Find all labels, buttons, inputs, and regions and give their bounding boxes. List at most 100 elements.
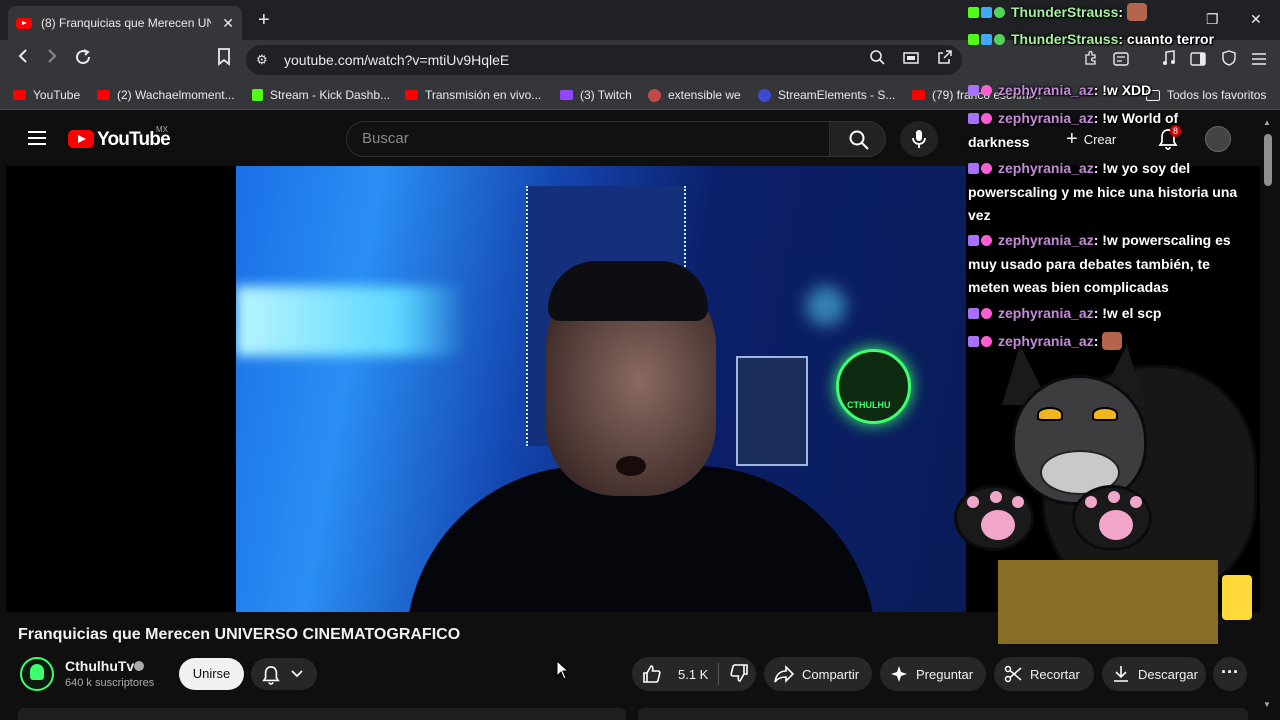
chat-message: zephyrania_az: !w World of darkness (968, 108, 1179, 150)
cat-right-eye (1092, 407, 1118, 421)
media-control-icon[interactable] (1158, 50, 1180, 71)
site-settings-icon[interactable]: ⚙ (256, 52, 268, 68)
search-input[interactable] (346, 121, 830, 157)
youtube-icon (912, 90, 925, 100)
region-code: MX (156, 125, 168, 134)
more-actions-button[interactable]: ··· (1213, 657, 1247, 691)
video-title: Franquicias que Merecen UNIVERSO CINEMAT… (18, 626, 461, 643)
bookmark-icon[interactable] (213, 48, 235, 71)
bookmark-twitch[interactable]: (3) Twitch (560, 88, 632, 102)
game-scene-overlay (998, 560, 1218, 644)
bookmark-streamelements[interactable]: StreamElements - S... (758, 88, 895, 102)
lamp-glow (806, 286, 846, 326)
like-dislike-group: 5.1 K (632, 657, 756, 691)
sparkle-icon (891, 666, 907, 682)
bookmark-wachael[interactable]: (2) Wachaelmoment... (97, 88, 235, 102)
streamer-mouth (616, 456, 646, 476)
chat-message: zephyrania_az: !w el scp (968, 302, 1240, 326)
voice-search-button[interactable] (900, 121, 938, 157)
chat-badges (968, 2, 1007, 25)
youtube-icon (97, 90, 110, 100)
mouse-cursor-icon (556, 659, 570, 685)
join-button[interactable]: Unirse (179, 658, 244, 690)
youtube-favicon-icon (16, 17, 32, 29)
twitch-icon (560, 90, 573, 100)
bookmark-transmision[interactable]: Transmisión en vivo... (405, 88, 541, 102)
dislike-button[interactable] (729, 663, 749, 686)
url-text[interactable]: youtube.com/watch?v=mtiUv9HqleE (284, 52, 509, 68)
chat-message: zephyrania_az: !w powerscaling es muy us… (968, 230, 1231, 295)
download-icon (1114, 666, 1128, 682)
scroll-down-icon[interactable]: ▼ (1263, 700, 1271, 709)
search-placeholder: Buscar (362, 130, 409, 147)
streamer-hair (548, 261, 708, 321)
chat-message: zephyrania_az: !w XDD (968, 79, 1240, 103)
neon-sign: CTHULHU (836, 349, 911, 424)
back-icon[interactable] (12, 48, 34, 69)
scroll-up-icon[interactable]: ▲ (1263, 118, 1271, 127)
youtube-logo-icon[interactable] (68, 130, 94, 148)
description-box[interactable] (18, 708, 626, 720)
subscriber-count: 640 k suscriptores (65, 677, 155, 689)
like-count: 5.1 K (678, 666, 709, 682)
chat-badges (968, 303, 994, 326)
chat-badges (968, 230, 994, 253)
ask-button[interactable]: Preguntar (880, 657, 986, 691)
browser-menu-icon[interactable] (1248, 50, 1270, 71)
reading-list-icon[interactable] (1110, 50, 1132, 71)
forward-icon[interactable] (41, 48, 63, 69)
cat-left-paw (954, 485, 1034, 551)
clip-button[interactable]: Recortar (994, 657, 1094, 691)
microphone-icon (912, 130, 926, 148)
like-button[interactable]: 5.1 K (642, 664, 708, 684)
channel-name[interactable]: CthulhuTv (65, 658, 134, 674)
sponge-character-overlay (1222, 575, 1252, 620)
zoom-icon[interactable] (866, 49, 888, 70)
bookmark-kick[interactable]: Stream - Kick Dashb... (252, 88, 390, 102)
close-window-icon[interactable]: ✕ (1250, 11, 1262, 28)
youtube-icon (13, 90, 26, 100)
verified-icon (134, 661, 144, 671)
guide-menu-icon[interactable] (28, 131, 46, 145)
youtube-icon (405, 90, 418, 100)
new-tab-icon[interactable]: + (258, 9, 270, 32)
scrollbar-thumb[interactable] (1264, 134, 1272, 186)
bookmark-youtube[interactable]: YouTube (13, 88, 80, 102)
chat-badges (968, 331, 994, 354)
browser-tab-active[interactable]: (8) Franquicias que Merecen UNIVE ✕ (8, 6, 242, 40)
side-panel-icon[interactable] (1187, 50, 1209, 71)
bell-icon (262, 666, 280, 685)
chat-emote-icon (1126, 3, 1147, 21)
share-button[interactable]: Compartir (764, 657, 872, 691)
scissors-icon (1004, 665, 1022, 683)
chat-message: ThunderStrauss: (968, 1, 1240, 25)
chevron-down-icon (291, 670, 303, 678)
download-button[interactable]: Descargar (1102, 657, 1206, 691)
search-button[interactable] (829, 121, 886, 157)
thumbs-up-icon (643, 665, 661, 683)
shield-icon[interactable] (1218, 50, 1240, 71)
chat-emote-icon (1102, 332, 1123, 350)
share-icon (774, 665, 794, 683)
extensions-icon[interactable] (1080, 50, 1102, 71)
cast-icon[interactable] (900, 49, 922, 70)
video-frame[interactable]: CTHULHU (236, 166, 966, 612)
chat-badges (968, 29, 1007, 52)
kick-icon (252, 89, 263, 101)
tab-title: (8) Franquicias que Merecen UNIVE (41, 16, 211, 30)
subscription-bell-button[interactable] (251, 658, 317, 690)
channel-avatar[interactable] (20, 657, 54, 691)
chat-badges (968, 158, 994, 181)
chat-badges (968, 108, 994, 131)
chat-message: ThunderStrauss: cuanto terror (968, 28, 1240, 52)
reload-icon[interactable] (72, 48, 94, 71)
window-light (236, 286, 466, 356)
search-icon (849, 130, 869, 150)
bookmark-extensible[interactable]: extensible we (648, 88, 741, 102)
share-page-icon[interactable] (934, 49, 956, 70)
chat-badges (968, 80, 994, 103)
tab-close-icon[interactable]: ✕ (222, 15, 234, 32)
cat-right-paw (1072, 485, 1152, 551)
extension-icon (648, 88, 661, 102)
comments-preview[interactable] (638, 708, 1248, 720)
